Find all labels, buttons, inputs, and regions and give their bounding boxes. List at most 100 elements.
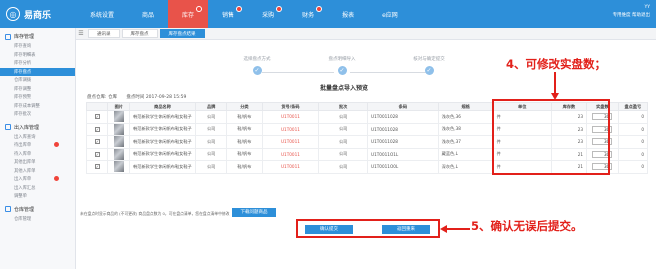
nav-item-4[interactable]: 采购 <box>248 0 288 28</box>
nav-item-label: 库存 <box>182 11 195 19</box>
product-image-cell <box>107 110 131 124</box>
sidebar-item[interactable]: 库存预警 <box>0 93 75 102</box>
nav-item-0[interactable]: 系统设置 <box>76 0 128 28</box>
user-name: YY <box>644 5 651 10</box>
cell-spec: 深灰色,L <box>437 160 494 174</box>
hamburger-icon[interactable]: ☰ <box>76 30 86 37</box>
check-icon: ✓ <box>337 66 347 75</box>
logo-text: 易商乐 <box>24 10 52 21</box>
sidebar-item-label: 调整单 <box>14 194 27 200</box>
tab-2[interactable]: 库存盘点结果 <box>159 29 205 38</box>
notification-badge <box>196 6 203 12</box>
nav-item-label: 系统设置 <box>90 11 115 19</box>
nav-item-label: 销售 <box>222 11 235 19</box>
download-problem-items-button[interactable]: 下载问题商品 <box>232 208 276 217</box>
nav-item-6[interactable]: 报表 <box>328 0 368 28</box>
product-thumbnail <box>113 111 124 123</box>
row-checkbox[interactable]: ✓ <box>94 126 100 132</box>
step-2: 盘点明细导入 ✓ <box>297 56 387 75</box>
sidebar-item-label: 库存批次 <box>14 112 32 118</box>
sidebar-item-label: 出入库汇总 <box>14 185 36 191</box>
sidebar-item[interactable]: 出入库单 <box>0 175 75 184</box>
cell-name: 韩范新款学生休闲帆布鞋女鞋子 <box>129 122 196 136</box>
cell-batch: 公司 <box>318 147 368 161</box>
sidebar-item[interactable]: 库存盘点 <box>0 67 75 76</box>
step-label: 盘点明细导入 <box>328 57 356 62</box>
cell-spec: 浅灰色,37 <box>437 135 494 149</box>
date-label: 盘点时间 2017-09-28 15:59 <box>126 95 187 100</box>
sidebar-item-label: 其他入库单 <box>14 168 36 174</box>
column-header: 盘点盈亏 <box>617 102 649 111</box>
sidebar-item[interactable]: 出入库查询 <box>0 133 75 142</box>
cell-barcode: U1T0011O1L <box>367 147 439 161</box>
product-thumbnail <box>113 123 124 135</box>
cell-barcode: U1T0011028 <box>367 135 439 149</box>
product-image-cell <box>107 122 131 136</box>
cell-brand: 公司 <box>194 135 228 149</box>
annotation-box-actual-qty <box>492 99 610 175</box>
sidebar-group-label: 库存管理 <box>14 34 35 40</box>
cell-cat: 鞋/帆布 <box>226 147 263 161</box>
sidebar-item[interactable]: 库存成本调整 <box>0 102 75 111</box>
sidebar-item-label: 库存盘点 <box>14 69 32 75</box>
app-logo[interactable]: ◎ 易商乐 <box>0 0 76 28</box>
sidebar-item-label: 仓库管理 <box>14 216 32 222</box>
folder-icon <box>5 206 11 212</box>
nav-item-2[interactable]: 库存 <box>168 0 209 28</box>
sidebar-item[interactable]: 出入库汇总 <box>0 184 75 193</box>
sidebar-item-label: 出入库单 <box>14 177 32 183</box>
cell-brand: 公司 <box>194 110 228 124</box>
tab-1[interactable]: 库存盘点 <box>121 29 158 38</box>
nav-item-5[interactable]: 财务 <box>288 0 328 28</box>
product-image-cell <box>107 135 131 149</box>
user-links[interactable]: 专用维度 帮助退出 <box>613 12 650 20</box>
sidebar-group-3[interactable]: 仓库管理 <box>0 204 75 215</box>
cell-code: U1T0011 <box>261 110 320 124</box>
sidebar-group-1[interactable]: 库存管理 <box>0 31 75 42</box>
row-checkbox-cell: ✓ <box>85 122 109 136</box>
sidebar-item[interactable]: 其他入库单 <box>0 167 75 176</box>
sidebar-item[interactable]: 待出库单 <box>0 141 75 150</box>
user-area[interactable]: YY 专用维度 帮助退出 <box>613 4 650 20</box>
row-checkbox[interactable]: ✓ <box>94 151 100 157</box>
sidebar-item[interactable]: 待入库单 <box>0 150 75 159</box>
notification-badge <box>316 6 323 12</box>
row-checkbox[interactable]: ✓ <box>94 114 100 120</box>
column-header: 货号/条码 <box>261 102 320 111</box>
product-thumbnail <box>113 136 124 148</box>
row-checkbox[interactable]: ✓ <box>94 164 100 170</box>
nav-item-7[interactable]: e应网 <box>368 0 412 28</box>
sidebar-item[interactable]: 库存调整 <box>0 85 75 94</box>
main-nav: 系统设置 商品 库存 销售 采购 财务 报表 e应网 <box>76 0 412 28</box>
sidebar-item[interactable]: 其他出库单 <box>0 158 75 167</box>
cell-cat: 鞋/帆布 <box>226 160 263 174</box>
cell-code: U1T0011 <box>261 160 320 174</box>
sidebar-item[interactable]: 库存明细表 <box>0 51 75 60</box>
sidebar-item[interactable]: 仓库管理 <box>0 215 75 224</box>
top-nav-bar: ◎ 易商乐 系统设置 商品 库存 销售 采购 财务 报表 e应网 YY 专用维度 帮助退出 <box>0 0 656 28</box>
sidebar-group-label: 仓库管理 <box>14 206 35 213</box>
cell-spec: 藏蓝色,L <box>437 147 494 161</box>
tab-0[interactable]: 通讯录 <box>88 29 120 38</box>
row-checkbox[interactable]: ✓ <box>94 139 100 145</box>
cell-spec: 浅灰色,36 <box>437 110 494 124</box>
annotation-arrow-left <box>446 228 470 230</box>
cell-brand: 公司 <box>194 122 228 136</box>
nav-item-label: 采购 <box>262 11 275 19</box>
column-header: 批次 <box>318 102 368 111</box>
sidebar-item[interactable]: 库存分析 <box>0 59 75 68</box>
nav-item-3[interactable]: 销售 <box>208 0 248 28</box>
cell-name: 韩范新款学生休闲帆布鞋女鞋子 <box>129 160 196 174</box>
sidebar-group-2[interactable]: 出入库管理 <box>0 122 75 133</box>
sidebar-item-label: 库存分析 <box>14 61 32 67</box>
cell-diff: 0 <box>617 147 649 161</box>
sidebar-item[interactable]: 仓库调拨 <box>0 76 75 85</box>
sidebar-item[interactable]: 库存批次 <box>0 110 75 119</box>
sidebar-item[interactable]: 调整单 <box>0 192 75 201</box>
nav-item-1[interactable]: 商品 <box>128 0 168 28</box>
cell-brand: 公司 <box>194 147 228 161</box>
column-header: 条码 <box>367 102 439 111</box>
check-icon: ✓ <box>424 66 434 75</box>
cell-code: U1T0011 <box>261 122 320 136</box>
sidebar-item[interactable]: 库存查询 <box>0 42 75 51</box>
